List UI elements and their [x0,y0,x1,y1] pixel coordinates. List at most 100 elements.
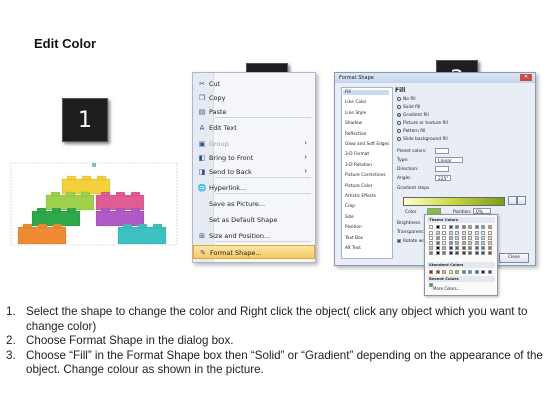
category-item[interactable]: Glow and Soft Edges [345,142,389,147]
color-swatch[interactable] [468,251,472,255]
color-swatch[interactable] [448,241,453,245]
color-swatch[interactable] [435,231,440,235]
color-swatch[interactable] [455,241,459,245]
rotate-handle[interactable] [91,162,97,168]
color-swatch[interactable] [429,225,433,229]
color-swatch[interactable] [429,241,433,245]
close-button[interactable]: Close [499,253,529,263]
color-swatch[interactable] [481,236,485,240]
brick-green[interactable] [31,207,81,227]
color-swatch[interactable] [461,241,466,245]
menu-item[interactable]: Save as Picture... [193,197,315,211]
fill-option-radio[interactable] [397,97,401,101]
category-item[interactable]: Alt Text [345,246,361,251]
add-stop-button[interactable] [508,196,517,205]
brick-orange[interactable] [17,223,67,245]
color-swatch[interactable] [455,225,459,229]
fill-option-radio[interactable] [397,137,401,141]
color-swatch[interactable] [468,270,472,274]
more-colors-link[interactable]: More Colors... [433,286,461,291]
category-item[interactable]: Position [345,225,362,230]
dialog-title-bar[interactable]: Format Shape ✕ [335,73,535,83]
angle-input[interactable]: 225° [435,175,451,182]
menu-item[interactable]: Set as Default Shape [193,213,315,227]
color-swatch[interactable] [461,236,466,240]
color-swatch[interactable] [448,236,453,240]
color-swatch[interactable] [448,270,453,274]
color-swatch[interactable] [435,251,440,255]
color-swatch[interactable] [448,225,453,229]
color-swatch[interactable] [474,246,479,250]
color-swatch[interactable] [461,225,466,229]
color-swatch[interactable] [468,225,472,229]
color-swatch[interactable] [468,241,472,245]
color-swatch[interactable] [435,225,440,229]
category-item[interactable]: Fill [343,90,389,95]
gradient-stops-slider[interactable] [403,197,505,206]
color-swatch[interactable] [487,270,492,274]
color-swatch[interactable] [474,236,479,240]
color-swatch[interactable] [442,251,446,255]
category-item[interactable]: Reflection [345,132,366,137]
color-swatch[interactable] [442,246,446,250]
color-swatch[interactable] [487,231,492,235]
color-swatch[interactable] [435,241,440,245]
color-swatch[interactable] [481,225,485,229]
color-swatch[interactable] [455,246,459,250]
category-item[interactable]: Artistic Effects [345,194,376,199]
color-swatch[interactable] [455,231,459,235]
color-swatch[interactable] [461,251,466,255]
color-swatch[interactable] [487,241,492,245]
close-icon[interactable]: ✕ [520,74,532,81]
remove-stop-button[interactable] [517,196,526,205]
menu-item[interactable]: ✂ Cut [193,77,315,91]
fill-option-radio[interactable] [397,129,401,133]
color-swatch[interactable] [481,251,485,255]
color-swatch[interactable] [487,225,492,229]
color-swatch[interactable] [487,236,492,240]
color-swatch[interactable] [474,225,479,229]
category-item[interactable]: Crop [345,204,355,209]
color-swatch[interactable] [455,251,459,255]
preset-colors-dropdown[interactable] [435,148,449,154]
menu-item[interactable]: ▣ Group › [193,137,315,151]
lego-bricks-shape[interactable] [10,162,180,252]
fill-option-radio[interactable] [397,105,401,109]
color-swatch[interactable] [448,246,453,250]
brick-teal[interactable] [117,223,167,245]
category-item[interactable]: Line Style [345,111,366,116]
color-swatch[interactable] [455,236,459,240]
fill-option-radio[interactable] [397,113,401,117]
color-swatch[interactable] [474,231,479,235]
category-item[interactable]: 3-D Format [345,152,369,157]
category-item[interactable]: Line Color [345,100,367,105]
color-swatch[interactable] [435,246,440,250]
direction-dropdown[interactable] [435,166,449,172]
color-swatch[interactable] [468,246,472,250]
brick-purple[interactable] [95,207,145,227]
color-swatch[interactable] [481,231,485,235]
category-item[interactable]: Shadow [345,121,362,126]
type-dropdown[interactable]: Linear [435,157,463,164]
category-item[interactable]: Picture Color [345,184,372,189]
color-swatch[interactable] [487,251,492,255]
color-swatch[interactable] [461,231,466,235]
color-swatch[interactable] [474,270,479,274]
color-swatch[interactable] [442,236,446,240]
color-swatch[interactable] [435,270,440,274]
menu-item[interactable]: ✎ Format Shape... [193,245,315,259]
color-swatch[interactable] [474,251,479,255]
color-swatch[interactable] [442,225,446,229]
rotate-checkbox[interactable] [397,239,401,243]
color-swatch[interactable] [468,231,472,235]
color-swatch[interactable] [461,246,466,250]
color-swatch[interactable] [474,241,479,245]
menu-item[interactable]: A Edit Text [193,121,315,135]
color-swatch[interactable] [442,231,446,235]
brick-lime[interactable] [45,191,95,211]
brick-pink[interactable] [95,191,145,211]
category-item[interactable]: Picture Corrections [345,173,386,178]
category-item[interactable]: 3-D Rotation [345,163,372,168]
color-swatch[interactable] [429,283,433,287]
color-swatch[interactable] [429,246,433,250]
